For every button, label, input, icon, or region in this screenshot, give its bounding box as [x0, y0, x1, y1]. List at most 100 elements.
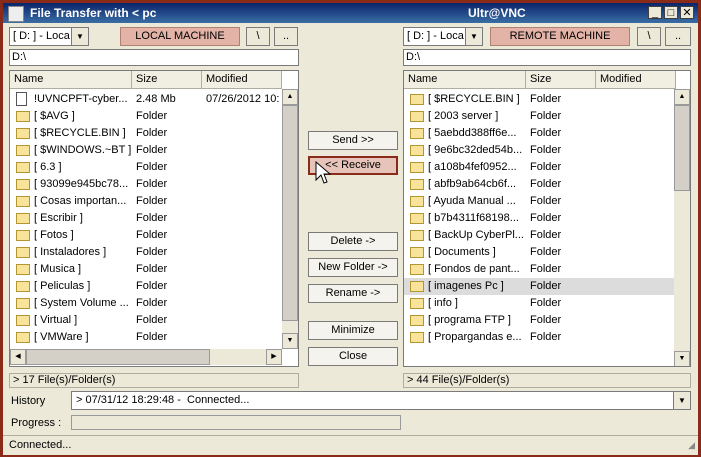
item-name: [ Cosas importan... [34, 195, 127, 207]
mouse-cursor-icon [315, 161, 331, 184]
history-label: History [11, 395, 46, 407]
list-item[interactable]: [ $WINDOWS.~BT ] Folder [10, 142, 282, 159]
local-root-button[interactable]: \ [246, 27, 270, 46]
minimize-button[interactable]: Minimize [308, 321, 398, 340]
folder-icon [410, 332, 424, 343]
list-item[interactable]: [ Peliculas ] Folder [10, 278, 282, 295]
remote-root-button[interactable]: \ [637, 27, 661, 46]
list-item[interactable]: [ 5aebdd388ff6e... Folder [404, 125, 674, 142]
new-folder-button[interactable]: New Folder -> [308, 258, 398, 277]
remote-up-button[interactable]: .. [665, 27, 691, 46]
list-item[interactable]: [ Fotos ] Folder [10, 227, 282, 244]
list-item[interactable]: [ programa FTP ] Folder [404, 312, 674, 329]
local-hscroll-thumb[interactable] [26, 349, 210, 365]
list-item[interactable]: [ 9e6bc32ded54b... Folder [404, 142, 674, 159]
folder-icon [16, 162, 30, 173]
item-name: [ Documents ] [428, 246, 496, 258]
local-horizontal-scrollbar[interactable]: ◀ ▶ [10, 349, 282, 365]
list-item[interactable]: [ $AVG ] Folder [10, 108, 282, 125]
item-name: [ b7b4311f68198... [428, 212, 519, 224]
scroll-right-icon[interactable]: ▶ [266, 349, 282, 365]
folder-icon [410, 281, 424, 292]
item-name: [ Propargandas e... [428, 331, 522, 343]
chevron-down-icon[interactable]: ▼ [465, 28, 482, 45]
title-bar[interactable]: File Transfer with < pc Ultr@VNC _ □ ✕ [3, 3, 698, 23]
list-item[interactable]: [ 93099e945bc78... Folder [10, 176, 282, 193]
list-item[interactable]: [ BackUp CyberPl... Folder [404, 227, 674, 244]
delete-button[interactable]: Delete -> [308, 232, 398, 251]
scroll-up-icon[interactable]: ▲ [674, 89, 690, 105]
item-name: !UVNCPFT-cyber... [34, 93, 128, 105]
chevron-down-icon[interactable]: ▼ [71, 28, 88, 45]
item-name: [ imagenes Pc ] [428, 280, 504, 292]
history-select[interactable]: > 07/31/12 18:29:48 - Connected... ▼ [71, 391, 691, 410]
remote-scroll-thumb[interactable] [674, 105, 690, 191]
list-item[interactable]: [ 6.3 ] Folder [10, 159, 282, 176]
close-button[interactable]: Close [308, 347, 398, 366]
list-item[interactable]: [ Escribir ] Folder [10, 210, 282, 227]
remote-col-modified[interactable]: Modified [596, 71, 676, 89]
list-item[interactable]: [ Documents ] Folder [404, 244, 674, 261]
rename-button[interactable]: Rename -> [308, 284, 398, 303]
scroll-down-icon[interactable]: ▼ [282, 333, 298, 349]
list-item[interactable]: [ Virtual ] Folder [10, 312, 282, 329]
list-item[interactable]: [ Propargandas e... Folder [404, 329, 674, 346]
item-size: Folder [136, 263, 168, 275]
list-item[interactable]: !UVNCPFT-cyber... 2.48 Mb 07/26/2012 10: [10, 91, 282, 108]
maximize-window-button[interactable]: □ [664, 6, 678, 19]
item-name: [ a108b4fef0952... [428, 161, 517, 173]
list-item[interactable]: [ abfb9ab64cb6f... Folder [404, 176, 674, 193]
folder-icon [410, 94, 424, 105]
list-item[interactable]: [ info ] Folder [404, 295, 674, 312]
remote-path-field[interactable]: D:\ [403, 49, 691, 66]
local-col-modified[interactable]: Modified [202, 71, 282, 89]
local-vertical-scrollbar[interactable]: ▲ ▼ [282, 89, 298, 349]
list-item[interactable]: [ Fondos de pant... Folder [404, 261, 674, 278]
list-item[interactable]: [ imagenes Pc ] Folder [404, 278, 674, 295]
local-path-field[interactable]: D:\ [9, 49, 299, 66]
list-item[interactable]: [ System Volume ... Folder [10, 295, 282, 312]
local-scroll-thumb[interactable] [282, 105, 298, 321]
list-item[interactable]: [ VMWare ] Folder [10, 329, 282, 346]
list-item[interactable]: [ 2003 server ] Folder [404, 108, 674, 125]
item-size: Folder [136, 331, 168, 343]
list-item[interactable]: [ Musica ] Folder [10, 261, 282, 278]
scroll-down-icon[interactable]: ▼ [674, 351, 690, 366]
item-name: [ Fotos ] [34, 229, 74, 241]
list-item[interactable]: [ Cosas importan... Folder [10, 193, 282, 210]
local-up-button[interactable]: .. [274, 27, 298, 46]
close-window-button[interactable]: ✕ [680, 6, 694, 19]
local-col-name[interactable]: Name [10, 71, 132, 89]
folder-icon [16, 281, 30, 292]
remote-file-list[interactable]: Name Size Modified [ $RECYCLE.BIN ] Folde… [403, 70, 691, 367]
remote-drive-select[interactable]: [ D: ] - Loca ▼ [403, 27, 483, 46]
item-size: Folder [530, 246, 562, 258]
list-item[interactable]: [ a108b4fef0952... Folder [404, 159, 674, 176]
folder-icon [410, 298, 424, 309]
list-item[interactable]: [ Instaladores ] Folder [10, 244, 282, 261]
local-drive-select[interactable]: [ D: ] - Loca ▼ [9, 27, 89, 46]
local-col-size[interactable]: Size [132, 71, 202, 89]
list-item[interactable]: [ $RECYCLE.BIN ] Folder [404, 91, 674, 108]
scroll-left-icon[interactable]: ◀ [10, 349, 26, 365]
item-size: Folder [136, 297, 168, 309]
scroll-up-icon[interactable]: ▲ [282, 89, 298, 105]
remote-vertical-scrollbar[interactable]: ▲ ▼ [674, 89, 690, 366]
chevron-down-icon[interactable]: ▼ [673, 392, 690, 409]
list-item[interactable]: [ Ayuda Manual ... Folder [404, 193, 674, 210]
remote-machine-label: REMOTE MACHINE [490, 27, 630, 46]
list-item[interactable]: [ b7b4311f68198... Folder [404, 210, 674, 227]
file-transfer-window: File Transfer with < pc Ultr@VNC _ □ ✕ [… [0, 0, 701, 457]
local-file-list[interactable]: Name Size Modified !UVNCPFT-cyber... 2.48… [9, 70, 299, 367]
item-size: Folder [136, 212, 168, 224]
folder-icon [16, 196, 30, 207]
remote-col-name[interactable]: Name [404, 71, 526, 89]
item-size: Folder [530, 161, 562, 173]
folder-icon [16, 332, 30, 343]
remote-col-size[interactable]: Size [526, 71, 596, 89]
list-item[interactable]: [ $RECYCLE.BIN ] Folder [10, 125, 282, 142]
send-button[interactable]: Send >> [308, 131, 398, 150]
item-size: Folder [136, 195, 168, 207]
resize-grip-icon[interactable]: ◢ [688, 440, 695, 451]
minimize-window-button[interactable]: _ [648, 6, 662, 19]
